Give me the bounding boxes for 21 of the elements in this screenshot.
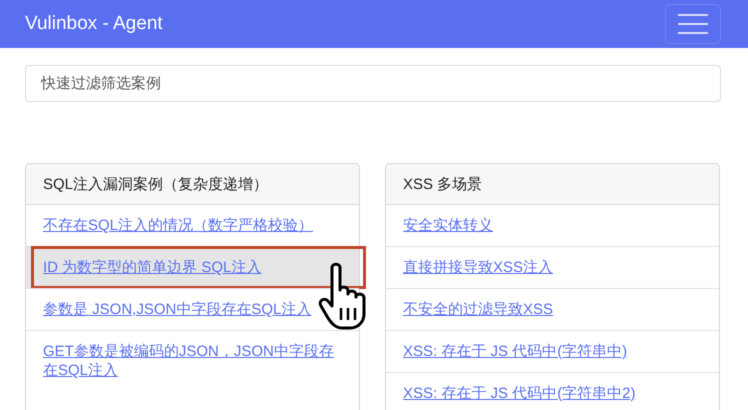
case-link[interactable]: 安全实体转义 xyxy=(403,216,493,235)
case-link[interactable]: GET参数是被编码的JSON，JSON中字段存在SQL注入 xyxy=(43,342,342,380)
case-link[interactable]: ID 为数字型的简单边界 SQL注入 xyxy=(43,258,262,277)
case-link[interactable]: 参数是 JSON,JSON中字段存在SQL注入 xyxy=(43,300,312,319)
case-item[interactable]: XSS: 存在于 JS 代码中(字符串中2) xyxy=(386,372,719,410)
case-link[interactable]: 不存在SQL注入的情况（数字严格校验） xyxy=(43,216,314,235)
case-link[interactable]: 不安全的过滤导致XSS xyxy=(403,300,554,319)
card-header: SQL注入漏洞案例（复杂度递增） xyxy=(26,164,359,205)
case-item[interactable]: XSS: 存在于 JS 代码中(字符串中) xyxy=(386,330,719,372)
menu-icon xyxy=(678,13,708,35)
menu-button[interactable] xyxy=(665,4,721,44)
brand-title[interactable]: Vulinbox - Agent xyxy=(25,13,163,35)
case-item[interactable]: 不存在SQL注入的情况（数字严格校验） xyxy=(26,205,359,246)
case-link[interactable]: XSS: 存在于 JS 代码中(字符串中) xyxy=(403,342,628,361)
case-item[interactable]: 直接拼接导致XSS注入 xyxy=(386,246,719,288)
case-item[interactable]: GET参数是被编码的JSON，JSON中字段存在SQL注入 xyxy=(26,330,359,391)
case-item[interactable]: 不安全的过滤导致XSS xyxy=(386,288,719,330)
case-item[interactable]: 安全实体转义 xyxy=(386,205,719,246)
case-link[interactable]: 直接拼接导致XSS注入 xyxy=(403,258,554,277)
case-link[interactable]: XSS: 存在于 JS 代码中(字符串中2) xyxy=(403,384,636,403)
card-header: XSS 多场景 xyxy=(386,164,719,205)
